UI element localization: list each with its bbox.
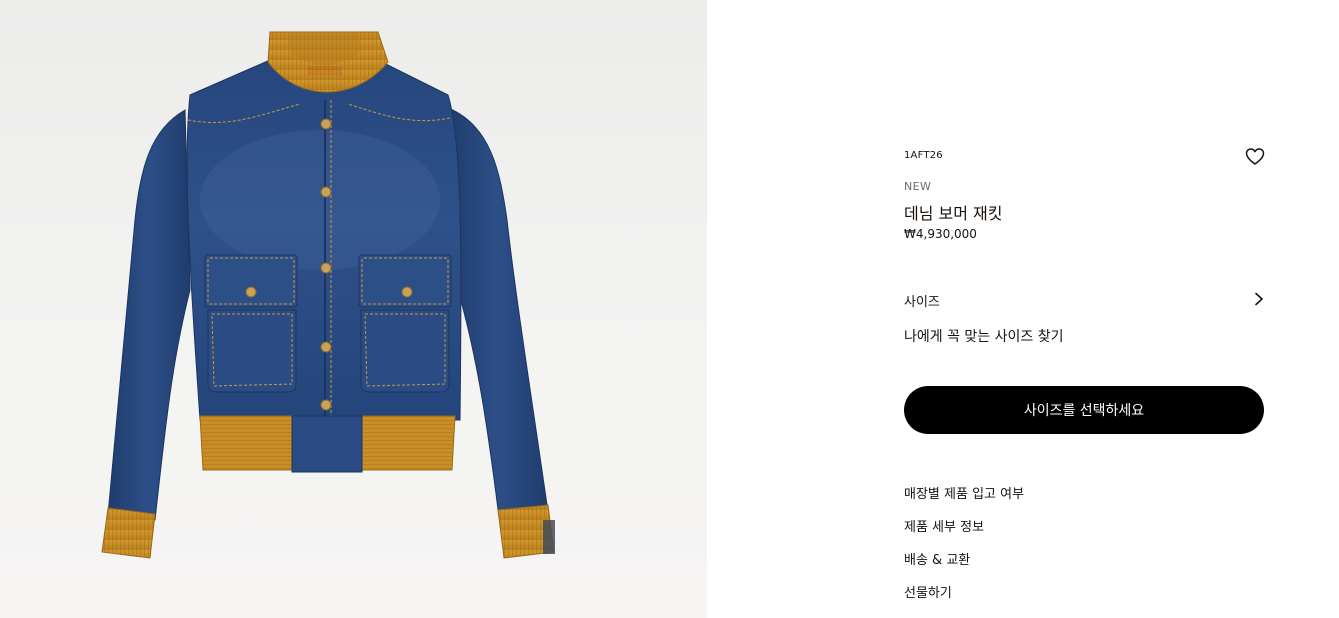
jacket-illustration xyxy=(101,31,555,559)
right-pocket xyxy=(358,254,452,393)
store-availability-link[interactable]: 매장별 제품 입고 여부 xyxy=(904,486,1264,519)
product-info-panel: 1AFT26 NEW 데님 보머 재킷 ₩4,930,000 사이즈 나에게 꼭… xyxy=(904,0,1265,618)
waistband-left xyxy=(199,415,293,471)
heart-icon xyxy=(1245,148,1265,165)
product-page: 1AFT26 NEW 데님 보머 재킷 ₩4,930,000 사이즈 나에게 꼭… xyxy=(0,0,1339,618)
product-image[interactable] xyxy=(0,0,707,618)
select-size-button[interactable]: 사이즈를 선택하세요 xyxy=(904,386,1264,434)
left-pocket xyxy=(204,254,298,393)
info-links: 매장별 제품 입고 여부 제품 세부 정보 배송 & 교환 선물하기 xyxy=(904,486,1264,618)
new-badge: NEW xyxy=(904,180,932,193)
gift-link[interactable]: 선물하기 xyxy=(904,585,1264,618)
delivery-returns-link[interactable]: 배송 & 교환 xyxy=(904,552,1264,585)
size-guide-link[interactable]: 나에게 꼭 맞는 사이즈 찾기 xyxy=(904,326,1063,346)
product-price: ₩4,930,000 xyxy=(904,227,977,241)
wishlist-button[interactable] xyxy=(1245,147,1265,167)
left-cuff xyxy=(101,507,156,559)
chevron-right-icon xyxy=(1255,292,1263,306)
product-details-link[interactable]: 제품 세부 정보 xyxy=(904,519,1264,552)
right-sleeve xyxy=(447,107,549,518)
product-sku: 1AFT26 xyxy=(904,150,943,161)
waistband-right xyxy=(361,415,456,471)
size-selector[interactable]: 사이즈 xyxy=(904,289,1264,310)
left-sleeve xyxy=(107,109,191,521)
size-label: 사이즈 xyxy=(904,295,940,310)
product-title: 데님 보머 재킷 xyxy=(904,204,1003,223)
